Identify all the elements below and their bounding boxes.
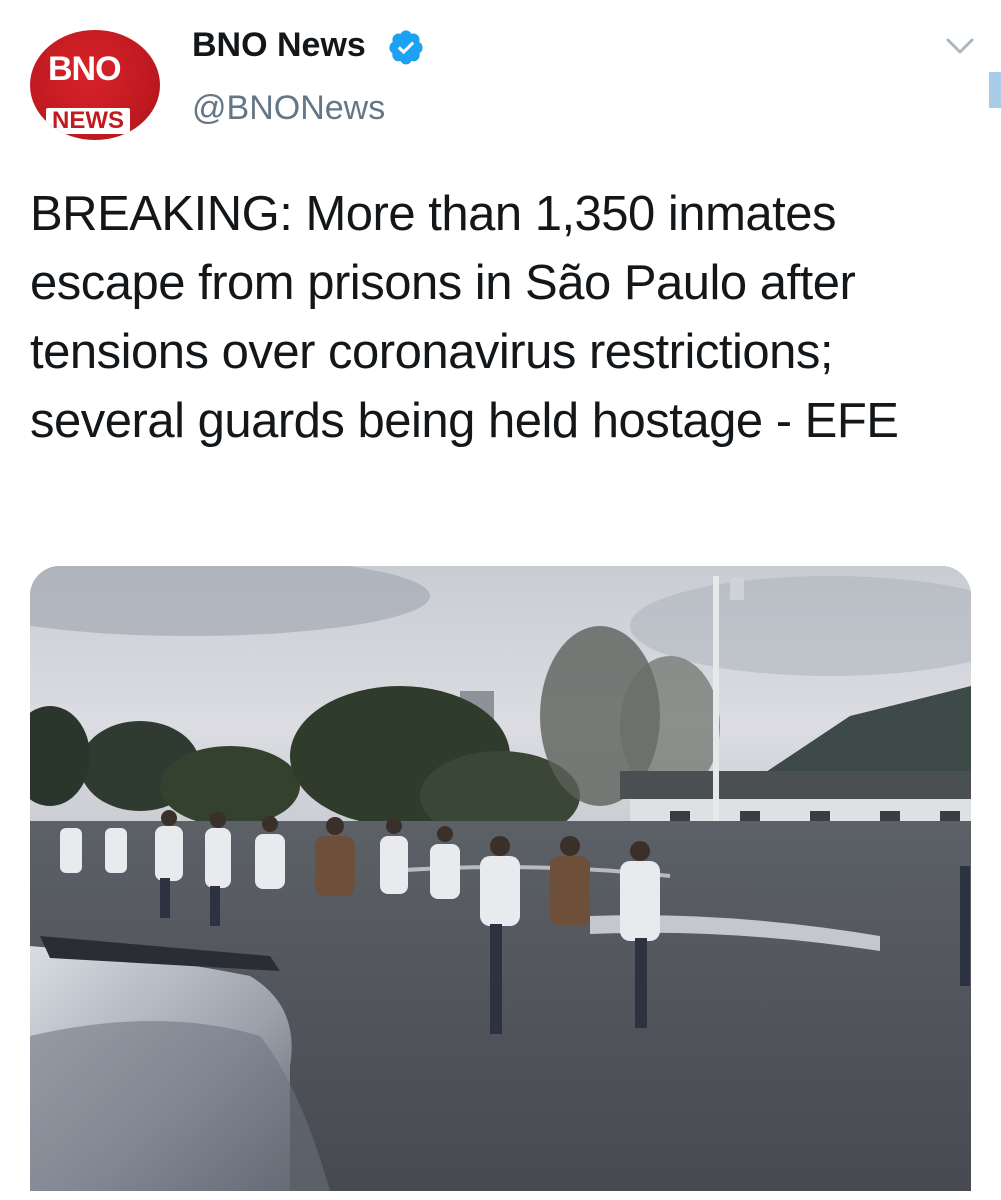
media-image xyxy=(30,566,971,1191)
tweet-media-video[interactable] xyxy=(30,566,971,1191)
avatar-logo-text: BNO xyxy=(48,50,122,88)
verified-badge-icon xyxy=(389,30,423,65)
avatar-logo-subtext: NEWS xyxy=(46,108,130,134)
tweet-card: BNO NEWS BNO News @BNONews BREAKING: Mor… xyxy=(0,0,1001,1200)
avatar[interactable]: BNO NEWS xyxy=(30,30,160,140)
chevron-down-icon[interactable] xyxy=(944,34,976,58)
display-name[interactable]: BNO News xyxy=(192,25,366,65)
scrollbar-thumb[interactable] xyxy=(989,72,1001,108)
user-handle[interactable]: @BNONews xyxy=(192,88,385,128)
tweet-text: BREAKING: More than 1,350 inmates escape… xyxy=(30,187,899,448)
